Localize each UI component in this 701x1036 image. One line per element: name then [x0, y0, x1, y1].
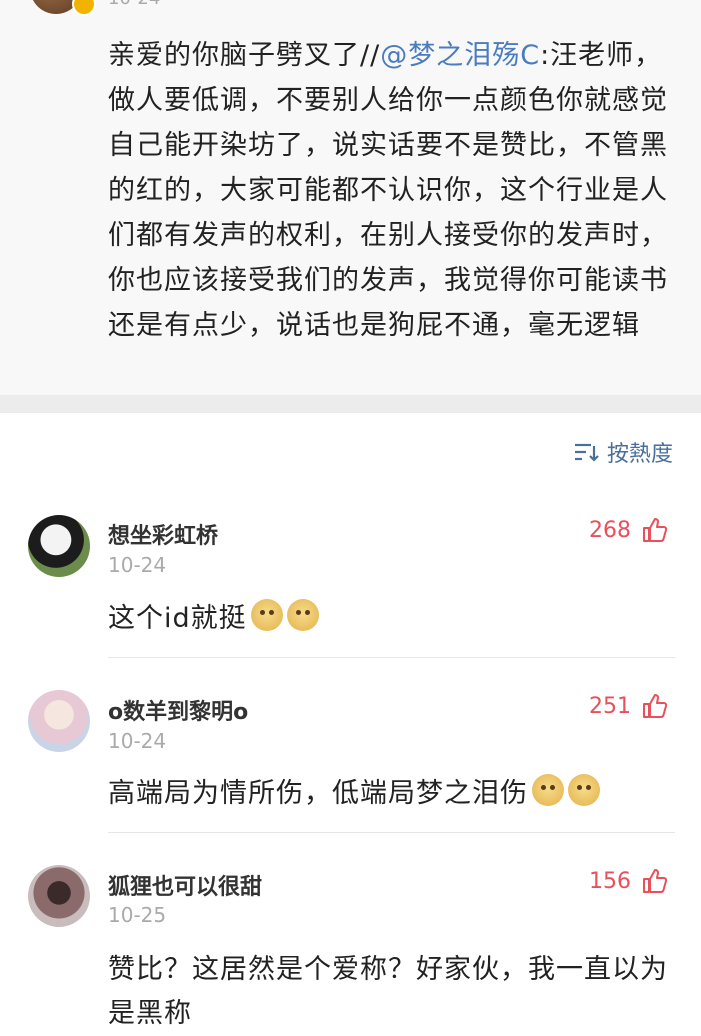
commenter-name[interactable]: 狐狸也可以很甜	[108, 869, 262, 901]
post-text: 亲爱的你脑子劈叉了//@梦之泪殇C:汪老师，做人要低调，不要别人给你一点颜色你就…	[108, 33, 668, 348]
comment-text: 赞比？这居然是个爱称？好家伙，我一直以为是黑称	[108, 954, 668, 1029]
avatar[interactable]	[28, 690, 90, 752]
like-count: 268	[589, 517, 631, 543]
verified-badge-icon	[72, 0, 96, 16]
sort-label: 按熱度	[606, 442, 673, 467]
comment-date: 10-24	[108, 729, 167, 753]
thumbs-up-icon	[643, 694, 667, 718]
sort-icon	[574, 443, 599, 462]
section-divider	[0, 395, 701, 413]
comment-text-content: 高端局为情所伤，低端局梦之泪伤	[108, 778, 528, 809]
like-button[interactable]: 251	[589, 693, 667, 719]
like-count: 156	[589, 868, 631, 894]
doge-emoji-icon	[286, 599, 319, 631]
sort-by-hot-button[interactable]: 按熱度	[573, 436, 673, 468]
post-text-prefix: 亲爱的你脑子劈叉了//	[108, 40, 381, 71]
like-button[interactable]: 156	[589, 868, 667, 894]
like-count: 251	[589, 693, 631, 719]
doge-emoji-icon	[532, 774, 564, 806]
doge-emoji-icon	[250, 599, 283, 631]
like-button[interactable]: 268	[589, 517, 667, 543]
avatar[interactable]	[28, 865, 90, 927]
quoted-post: 10-24 亲爱的你脑子劈叉了//@梦之泪殇C:汪老师，做人要低调，不要别人给你…	[0, 0, 701, 395]
comment-separator	[108, 832, 675, 833]
comment-date: 10-25	[108, 903, 167, 927]
comment-text: 高端局为情所伤，低端局梦之泪伤	[108, 772, 668, 816]
comment-text: 这个id就挺	[108, 597, 668, 641]
thumbs-up-icon	[643, 518, 667, 542]
mention-link[interactable]: @梦之泪殇C	[380, 40, 540, 71]
post-text-body: :汪老师，做人要低调，不要别人给你一点颜色你就感觉自己能开染坊了，说实话要不是赞…	[108, 40, 668, 341]
doge-emoji-icon	[568, 774, 600, 806]
commenter-name[interactable]: o数羊到黎明o	[108, 694, 248, 726]
avatar[interactable]	[28, 515, 90, 577]
comment-separator	[108, 657, 675, 658]
commenter-name[interactable]: 想坐彩虹桥	[108, 518, 218, 550]
comment-text-content: 这个id就挺	[108, 603, 247, 634]
thumbs-up-icon	[643, 869, 667, 893]
comment-date: 10-24	[108, 553, 167, 577]
post-date: 10-24	[108, 0, 160, 9]
